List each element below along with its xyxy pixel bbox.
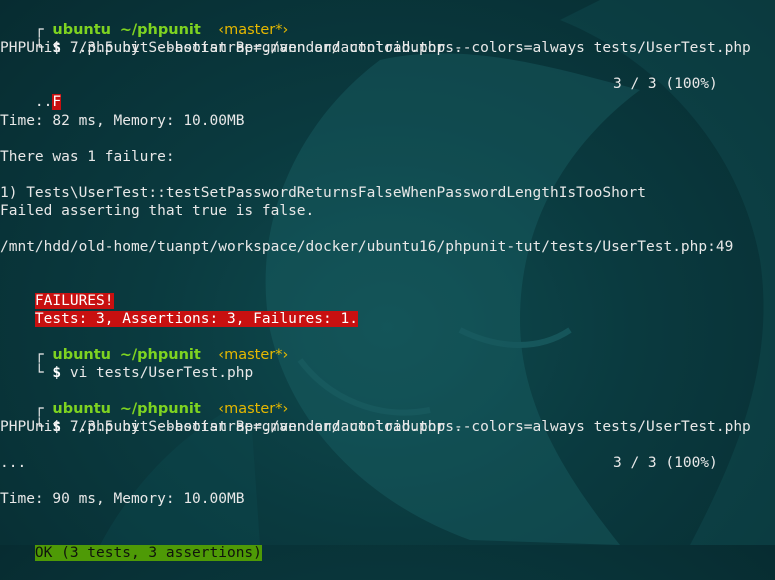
progress-dots: .. (34, 94, 53, 110)
failure-path: /mnt/hdd/old-home/tuanpt/workspace/docke… (0, 239, 734, 255)
terminal-output[interactable]: ┌ ubuntu ~/phpunit ‹master*› └ $ ./phpun… (0, 0, 775, 561)
command-line: └ $ vi tests/UserTest.php (0, 346, 253, 381)
version-line: PHPUnit 7.3.5 by Sebastian Bergmann and … (0, 419, 463, 435)
progress-count: 3 / 3 (100%) (613, 455, 718, 471)
prompt-line: ┌ ubuntu ~/phpunit ‹master*› (0, 3, 288, 38)
failures-summary-text: Tests: 3, Assertions: 3, Failures: 1. (34, 311, 358, 327)
prompt-line: ┌ ubuntu ~/phpunit ‹master*› (0, 328, 288, 363)
prompt-corner-bottom: └ (34, 365, 53, 381)
failures-summary: Tests: 3, Assertions: 3, Failures: 1. (0, 292, 358, 327)
version-line: PHPUnit 7.3.5 by Sebastian Bergmann and … (0, 40, 463, 56)
time-line: Time: 90 ms, Memory: 10.00MB (0, 491, 245, 507)
ok-summary: OK (3 tests, 3 assertions) (0, 526, 262, 561)
prompt-symbol: $ (52, 365, 62, 381)
progress-dots: ... (0, 455, 27, 471)
progress-line: ..F (0, 75, 62, 110)
failure-header: There was 1 failure: (0, 149, 175, 165)
failure-test-name: 1) Tests\UserTest::testSetPasswordReturn… (0, 185, 647, 201)
command-line: └ $ ./phpunit --bootstrap=./vendor/autol… (0, 400, 751, 435)
failures-label: FAILURES! (0, 274, 114, 309)
ok-summary-text: OK (3 tests, 3 assertions) (34, 545, 262, 561)
command-text: vi tests/UserTest.php (69, 365, 254, 381)
prompt-line: ┌ ubuntu ~/phpunit ‹master*› (0, 382, 288, 417)
command-line: └ $ ./phpunit --bootstrap=./vendor/autol… (0, 21, 751, 56)
progress-fail-marker: F (52, 94, 62, 110)
time-line: Time: 82 ms, Memory: 10.00MB (0, 113, 245, 129)
progress-count: 3 / 3 (100%) (613, 76, 718, 92)
failure-message: Failed asserting that true is false. (0, 203, 315, 219)
